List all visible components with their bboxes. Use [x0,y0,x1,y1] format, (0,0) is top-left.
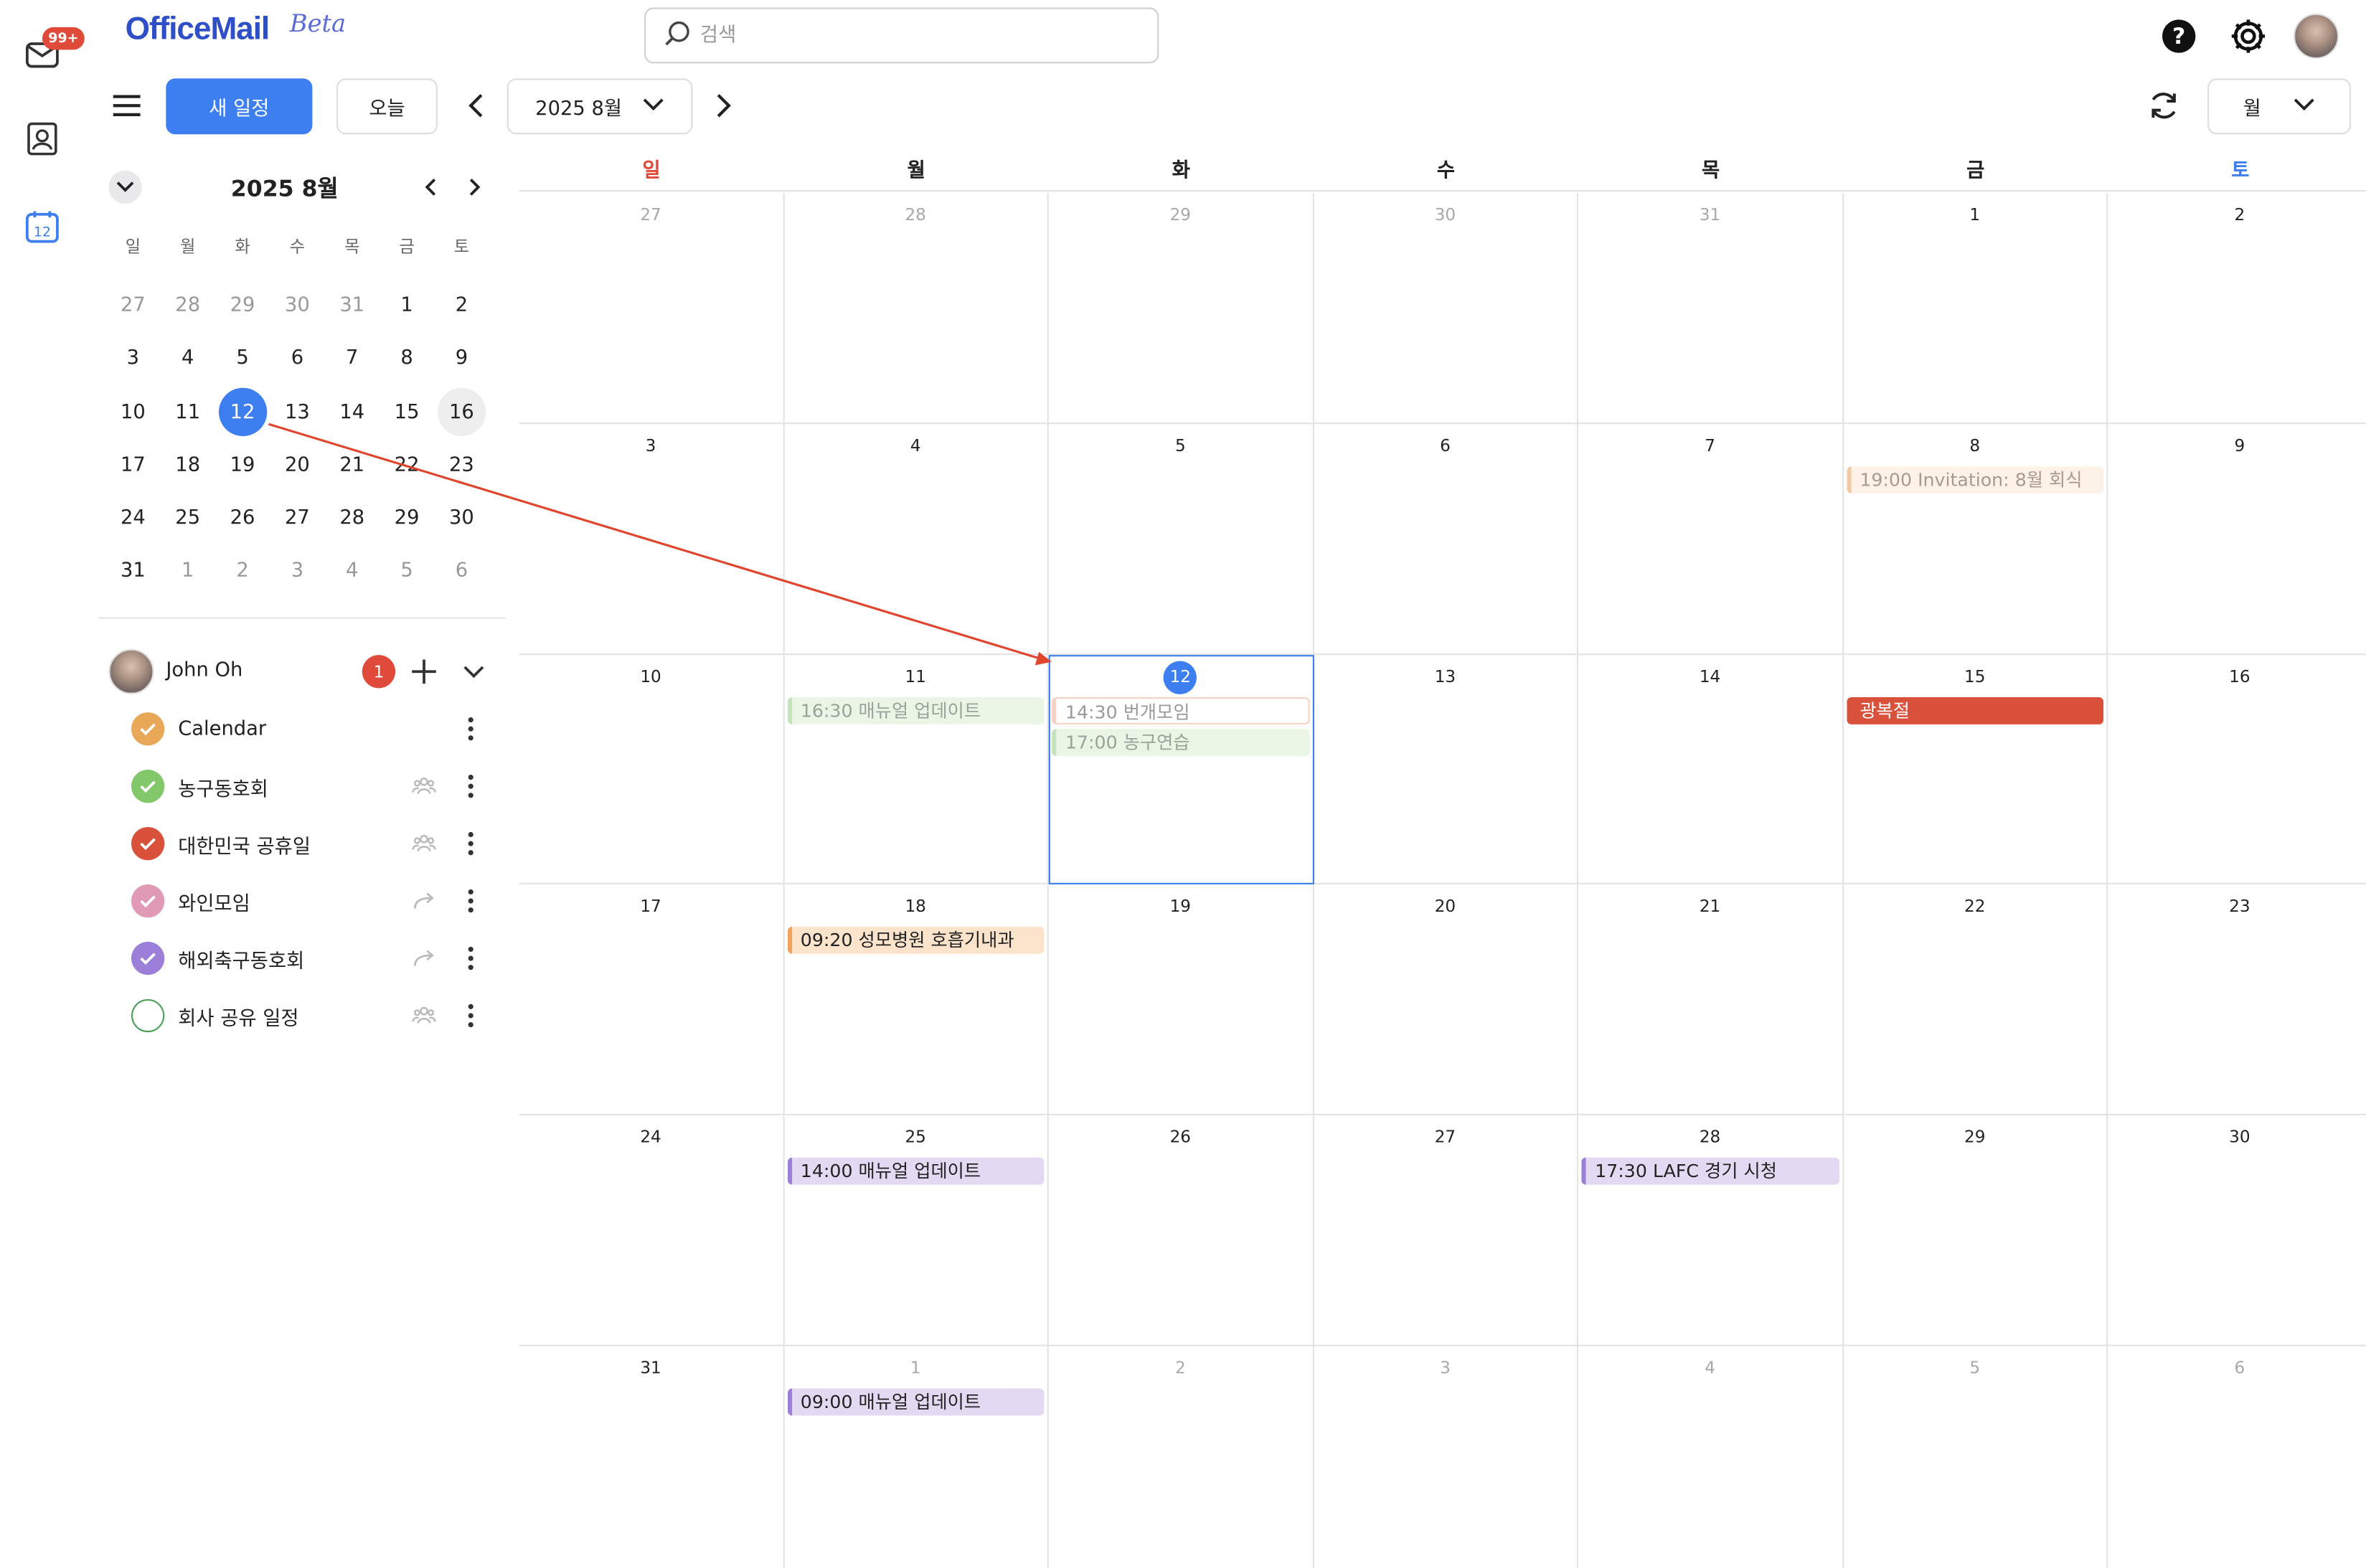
annotation-arrow [268,422,1052,666]
